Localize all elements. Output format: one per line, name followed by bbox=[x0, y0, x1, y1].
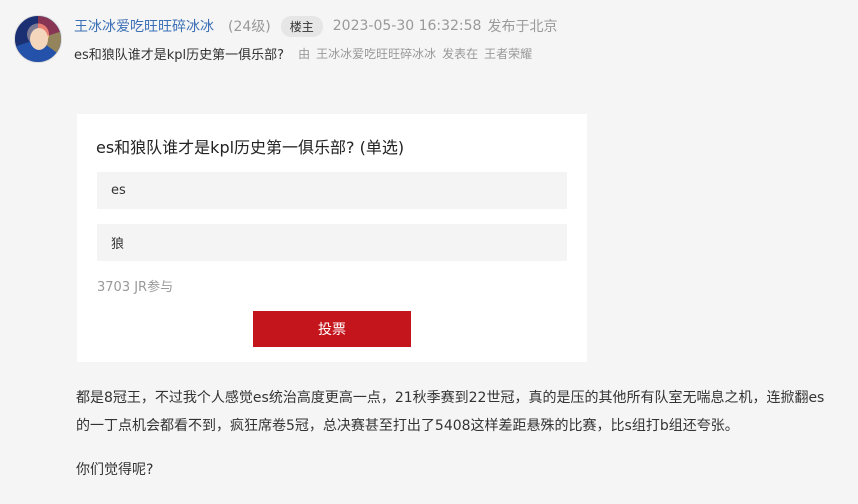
poll-option-wolves[interactable]: 狼 bbox=[97, 224, 567, 261]
username-link[interactable]: 王冰冰爱吃旺旺碎冰冰 bbox=[74, 16, 214, 36]
poll-option-es[interactable]: es bbox=[97, 172, 567, 209]
vote-button[interactable]: 投票 bbox=[253, 311, 411, 347]
avatar-face bbox=[30, 28, 48, 50]
post-paragraph: 你们觉得呢? bbox=[76, 462, 154, 478]
poll-option-label: es bbox=[111, 183, 126, 198]
poll-participants: 3703 JR参与 bbox=[97, 280, 174, 295]
thread-info: es和狼队谁才是kpl历史第一俱乐部? 由 王冰冰爱吃旺旺碎冰冰 发表在 王者荣… bbox=[74, 43, 532, 63]
poll-card: es和狼队谁才是kpl历史第一俱乐部? (单选) es 狼 3703 JR参与 … bbox=[77, 114, 587, 362]
poll-option-label: 狼 bbox=[111, 237, 125, 252]
author-link[interactable]: 王冰冰爱吃旺旺碎冰冰 bbox=[316, 45, 436, 62]
post-time: 2023-05-30 16:32:58 bbox=[332, 18, 482, 34]
avatar[interactable] bbox=[14, 15, 62, 63]
thread-title: es和狼队谁才是kpl历史第一俱乐部? bbox=[74, 47, 285, 63]
post-location: 发布于北京 bbox=[487, 19, 558, 35]
action-label: 发表在 bbox=[442, 46, 479, 61]
board-link[interactable]: 王者荣耀 bbox=[484, 45, 532, 62]
floor-badge: 楼主 bbox=[280, 15, 323, 37]
post-meta: 王冰冰爱吃旺旺碎冰冰 (24级) 楼主 2023-05-30 16:32:58 … bbox=[74, 15, 557, 37]
post-page: 王冰冰爱吃旺旺碎冰冰 (24级) 楼主 2023-05-30 16:32:58 … bbox=[0, 0, 858, 504]
post-paragraph: 都是8冠王，不过我个人感觉es统治高度更高一点，21秋季赛到22世冠，真的是压的… bbox=[76, 390, 825, 434]
user-level: (24级) bbox=[228, 19, 271, 35]
poll-title: es和狼队谁才是kpl历史第一俱乐部? (单选) bbox=[96, 138, 405, 157]
by-label: 由 bbox=[298, 46, 311, 61]
